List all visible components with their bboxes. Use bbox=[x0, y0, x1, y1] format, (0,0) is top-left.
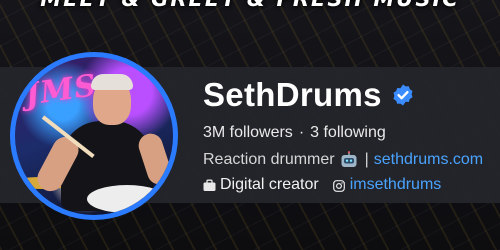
profile-info: SethDrums 3M followers · 3 following Rea… bbox=[203, 70, 483, 194]
banner-text: MEET & GREET & FRESH MUSIC bbox=[40, 0, 459, 11]
bio-separator: | bbox=[364, 151, 369, 168]
robot-emoji-icon bbox=[340, 151, 358, 169]
followers-count[interactable]: 3M followers bbox=[203, 124, 293, 142]
promo-banner: MEET & GREET & FRESH MUSIC bbox=[0, 0, 500, 11]
website-link[interactable]: sethdrums.com bbox=[374, 151, 483, 169]
instagram-icon bbox=[332, 179, 345, 192]
drum bbox=[87, 185, 167, 213]
profile-name[interactable]: SethDrums bbox=[203, 76, 382, 114]
briefcase-icon bbox=[203, 179, 216, 192]
following-count[interactable]: 3 following bbox=[310, 124, 386, 142]
drummer-cap bbox=[91, 74, 133, 90]
bio-line: Reaction drummer | sethdrums.com bbox=[203, 151, 483, 169]
meta-line: Digital creator imsethdrums bbox=[203, 176, 483, 194]
verified-badge-icon bbox=[391, 83, 415, 107]
stats-separator: · bbox=[298, 124, 305, 141]
avatar-photo: JMS bbox=[15, 57, 173, 215]
category-label: Digital creator bbox=[220, 176, 319, 193]
bio-text: Reaction drummer bbox=[203, 151, 335, 168]
avatar[interactable]: JMS bbox=[10, 52, 178, 220]
name-row: SethDrums bbox=[203, 70, 483, 120]
follow-stats: 3M followers · 3 following bbox=[203, 124, 483, 142]
instagram-link[interactable]: imsethdrums bbox=[350, 176, 442, 194]
